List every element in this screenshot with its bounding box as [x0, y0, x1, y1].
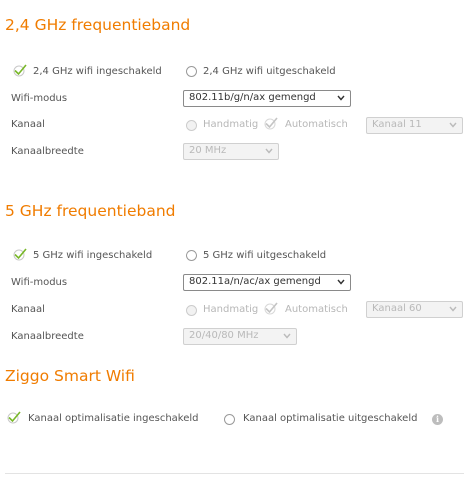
- chevron-down-icon: [449, 122, 457, 128]
- band5-width-select: 20/40/80 MHz: [183, 328, 297, 345]
- divider: [5, 473, 464, 474]
- band5-channel-manual-radio: [186, 305, 197, 316]
- band24-channel-label: Kanaal: [11, 119, 45, 130]
- band24-mode-select[interactable]: 802.11b/g/n/ax gemengd: [183, 90, 351, 107]
- smart-title: Ziggo Smart Wifi: [5, 367, 135, 385]
- band24-width-select: 20 MHz: [183, 143, 279, 160]
- band5-mode-select[interactable]: 802.11a/n/ac/ax gemengd: [183, 274, 351, 291]
- band5-enabled-check-icon[interactable]: [12, 247, 28, 261]
- band5-title: 5 GHz frequentieband: [5, 202, 176, 220]
- band24-channel-select: Kanaal 11: [366, 117, 463, 134]
- band24-mode-label: Wifi-modus: [11, 93, 68, 104]
- band24-channel-auto-check-icon: [264, 117, 278, 130]
- band24-title: 2,4 GHz frequentieband: [5, 16, 191, 34]
- band5-mode-label: Wifi-modus: [11, 277, 68, 288]
- band24-mode-value: 802.11b/g/n/ax gemengd: [189, 92, 316, 103]
- band5-disabled-radio[interactable]: [186, 250, 197, 261]
- smart-disabled-label[interactable]: Kanaal optimalisatie uitgeschakeld: [243, 413, 417, 424]
- band5-channel-manual-label: Handmatig: [203, 304, 259, 315]
- band24-enabled-check-icon[interactable]: [12, 63, 28, 77]
- chevron-down-icon: [265, 148, 273, 154]
- band24-channel-manual-radio: [186, 120, 197, 131]
- band5-disabled-label[interactable]: 5 GHz wifi uitgeschakeld: [203, 250, 326, 261]
- chevron-down-icon: [337, 95, 345, 101]
- chevron-down-icon: [449, 306, 457, 312]
- smart-disabled-radio[interactable]: [224, 414, 235, 425]
- band24-enabled-label[interactable]: 2,4 GHz wifi ingeschakeld: [33, 66, 162, 77]
- band24-width-value: 20 MHz: [189, 145, 227, 156]
- band5-channel-auto-check-icon: [264, 302, 278, 315]
- band24-width-label: Kanaalbreedte: [11, 146, 84, 157]
- smart-enabled-check-icon[interactable]: [6, 410, 22, 424]
- smart-enabled-label[interactable]: Kanaal optimalisatie ingeschakeld: [28, 413, 199, 424]
- band5-channel-select: Kanaal 60: [366, 301, 463, 318]
- chevron-down-icon: [337, 279, 345, 285]
- band24-channel-value: Kanaal 11: [372, 119, 422, 130]
- band5-channel-auto-label: Automatisch: [285, 304, 348, 315]
- band24-channel-manual-label: Handmatig: [203, 119, 259, 130]
- band5-width-value: 20/40/80 MHz: [189, 330, 259, 341]
- band5-width-label: Kanaalbreedte: [11, 331, 84, 342]
- band5-enabled-label[interactable]: 5 GHz wifi ingeschakeld: [33, 250, 152, 261]
- band24-disabled-label[interactable]: 2,4 GHz wifi uitgeschakeld: [203, 66, 336, 77]
- band5-channel-value: Kanaal 60: [372, 303, 422, 314]
- info-icon[interactable]: i: [432, 414, 443, 425]
- band5-channel-label: Kanaal: [11, 304, 45, 315]
- band24-channel-auto-label: Automatisch: [285, 119, 348, 130]
- band5-mode-value: 802.11a/n/ac/ax gemengd: [189, 276, 321, 287]
- band24-disabled-radio[interactable]: [186, 66, 197, 77]
- chevron-down-icon: [283, 333, 291, 339]
